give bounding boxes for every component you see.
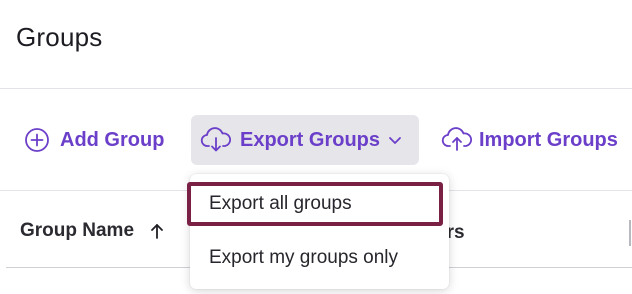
import-groups-button[interactable]: Import Groups (441, 115, 618, 165)
plus-circle-icon (25, 128, 49, 152)
groups-page: Groups Add Group Export Groups Import Gr… (0, 0, 632, 294)
column-header-label: Group Name (20, 220, 135, 241)
export-groups-label: Export Groups (240, 128, 381, 151)
export-groups-menu: Export all groups Export my groups only (187, 174, 449, 289)
add-group-label: Add Group (60, 128, 165, 151)
cloud-download-icon (200, 127, 231, 152)
chevron-down-icon (389, 137, 401, 144)
menu-item-label: Export all groups (209, 193, 352, 214)
import-groups-label: Import Groups (479, 128, 618, 151)
column-header-group-name[interactable]: Group Name (20, 220, 164, 242)
column-resize-handle[interactable] (629, 220, 631, 246)
page-title: Groups (16, 22, 103, 52)
add-group-button[interactable]: Add Group (24, 115, 164, 165)
header-divider (0, 88, 632, 89)
menu-item-export-all-groups[interactable]: Export all groups (187, 182, 449, 226)
menu-item-export-my-groups[interactable]: Export my groups only (190, 236, 449, 280)
arrow-up-icon (151, 224, 163, 239)
export-groups-button[interactable]: Export Groups (191, 115, 419, 165)
menu-item-label: Export my groups only (209, 247, 399, 268)
cloud-upload-icon (441, 127, 472, 151)
